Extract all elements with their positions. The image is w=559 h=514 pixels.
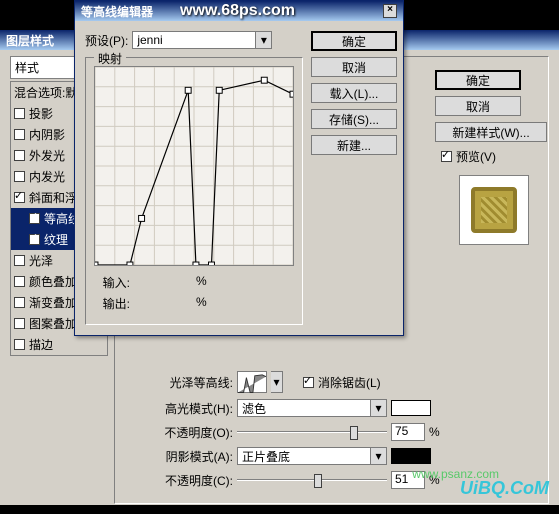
style-item-label: 描边 — [29, 336, 53, 353]
contour-ok-button[interactable]: 确定 — [311, 31, 397, 51]
preview-label: 预览(V) — [456, 148, 496, 165]
mapping-legend: 映射 — [94, 50, 126, 67]
highlight-color-swatch[interactable] — [391, 400, 431, 416]
contour-editor-dialog: 等高线编辑器 × 预设(P): jenni▾ 映射 输入:% 输出:% 确定 取… — [74, 0, 404, 336]
chevron-down-icon: ▾ — [370, 400, 386, 416]
style-checkbox[interactable] — [14, 150, 25, 161]
style-checkbox[interactable] — [14, 129, 25, 140]
anti-alias-label: 消除锯齿(L) — [318, 374, 381, 391]
contour-dropdown-button[interactable]: ▾ — [271, 371, 283, 393]
style-checkbox[interactable] — [14, 318, 25, 329]
style-item-label: 外发光 — [29, 147, 65, 164]
style-item-label: 内阴影 — [29, 126, 65, 143]
chevron-down-icon: ▾ — [255, 32, 271, 48]
style-item-label: 投影 — [29, 105, 53, 122]
style-checkbox[interactable] — [14, 339, 25, 350]
preset-select[interactable]: jenni▾ — [132, 31, 272, 49]
style-item-label: 纹理 — [44, 231, 68, 248]
cancel-button[interactable]: 取消 — [435, 96, 521, 116]
contour-load-button[interactable]: 载入(L)... — [311, 83, 397, 103]
output-label: 输出: — [94, 295, 130, 312]
percent-label: % — [196, 295, 207, 312]
style-checkbox[interactable] — [14, 276, 25, 287]
new-style-button[interactable]: 新建样式(W)... — [435, 122, 547, 142]
ok-button[interactable]: 确定 — [435, 70, 521, 90]
style-item-label: 光泽 — [29, 252, 53, 269]
style-checkbox[interactable] — [14, 108, 25, 119]
percent-label: % — [429, 425, 440, 439]
anti-alias-checkbox[interactable] — [303, 377, 314, 388]
shadow-mode-select[interactable]: 正片叠底▾ — [237, 447, 387, 465]
style-checkbox[interactable] — [14, 171, 25, 182]
percent-label: % — [196, 274, 207, 291]
style-checkbox[interactable] — [29, 234, 40, 245]
style-checkbox[interactable] — [14, 255, 25, 266]
gloss-contour-label: 光泽等高线: — [123, 374, 233, 391]
style-checkbox[interactable] — [29, 213, 40, 224]
style-item-label: 颜色叠加 — [29, 273, 77, 290]
style-checkbox[interactable] — [14, 297, 25, 308]
preset-label: 预设(P): — [85, 32, 128, 49]
right-buttons-panel: 确定 取消 新建样式(W)... 预览(V) — [435, 66, 553, 245]
style-item-label: 渐变叠加 — [29, 294, 77, 311]
style-item-label: 内发光 — [29, 168, 65, 185]
shadow-opacity-slider[interactable] — [237, 472, 387, 488]
highlight-mode-select[interactable]: 滤色▾ — [237, 399, 387, 417]
contour-cancel-button[interactable]: 取消 — [311, 57, 397, 77]
contour-thumbnail[interactable] — [237, 371, 267, 393]
contour-editor-buttons: 确定 取消 载入(L)... 存储(S)... 新建... — [311, 31, 397, 325]
contour-save-button[interactable]: 存储(S)... — [311, 109, 397, 129]
highlight-opacity-label: 不透明度(O): — [123, 424, 233, 441]
watermark-top: www.68ps.com — [180, 2, 295, 20]
preview-checkbox[interactable] — [441, 151, 452, 162]
mapping-fieldset: 映射 输入:% 输出:% — [85, 57, 303, 325]
highlight-opacity-field[interactable]: 75 — [391, 423, 425, 441]
input-label: 输入: — [94, 274, 130, 291]
close-icon[interactable]: × — [383, 4, 397, 18]
style-item-描边[interactable]: 描边 — [11, 334, 107, 355]
shadow-opacity-label: 不透明度(C): — [123, 472, 233, 489]
watermark-bottom: UiBQ.CoM — [460, 478, 549, 499]
highlight-mode-label: 高光模式(H): — [123, 400, 233, 417]
chevron-down-icon: ▾ — [370, 448, 386, 464]
preview-swatch — [459, 175, 529, 245]
shadow-mode-label: 阴影模式(A): — [123, 448, 233, 465]
highlight-opacity-slider[interactable] — [237, 424, 387, 440]
shadow-color-swatch[interactable] — [391, 448, 431, 464]
contour-new-button[interactable]: 新建... — [311, 135, 397, 155]
style-item-label: 图案叠加 — [29, 315, 77, 332]
style-checkbox[interactable] — [14, 192, 25, 203]
contour-curve-editor[interactable] — [94, 66, 294, 266]
